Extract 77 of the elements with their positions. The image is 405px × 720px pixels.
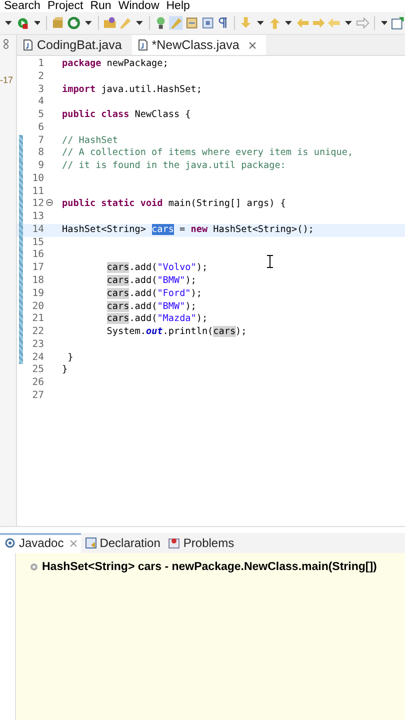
- text-cursor-icon: [266, 255, 274, 268]
- code-line: System.out.println(cars);: [106, 326, 247, 339]
- run-icon[interactable]: [16, 16, 30, 30]
- code-line: // HashSet: [61, 134, 118, 148]
- line-number: 12: [31, 198, 45, 212]
- line-number: 13: [31, 211, 45, 224]
- panel-tab[interactable]: Declaration: [80, 533, 164, 553]
- menu-item[interactable]: Project: [47, 0, 84, 12]
- line-number: 16: [31, 249, 45, 262]
- line-number: 7: [37, 134, 45, 148]
- folder-icon[interactable]: [102, 16, 116, 30]
- line-number: 20: [31, 300, 45, 314]
- menu-item[interactable]: Help: [166, 0, 190, 12]
- caret-icon[interactable]: [256, 20, 264, 26]
- line-number: 5: [37, 109, 45, 122]
- code-line: cars.add("BMW");: [106, 300, 196, 314]
- line-number: 2: [37, 70, 45, 84]
- java-file-icon: [23, 39, 33, 51]
- line-number: 21: [31, 313, 45, 326]
- close-icon[interactable]: [249, 42, 256, 48]
- new-window-icon[interactable]: [391, 16, 405, 30]
- line-number: 14: [31, 224, 45, 237]
- close-icon[interactable]: [70, 540, 77, 546]
- code-line: // A collection of items where every item is unique,: [61, 147, 354, 160]
- side-label: -17: [0, 75, 14, 85]
- caret-icon[interactable]: [34, 20, 40, 26]
- caret-icon[interactable]: [84, 20, 92, 26]
- line-number: 26: [31, 377, 45, 390]
- caret-icon[interactable]: [285, 20, 292, 26]
- panel-tab[interactable]: Problems: [164, 533, 238, 553]
- line-number: 25: [31, 364, 45, 378]
- caret-icon[interactable]: [380, 20, 388, 26]
- window-icon[interactable]: [185, 16, 199, 30]
- code-line: cars.add("BMW");: [106, 275, 196, 288]
- panel-icon[interactable]: [200, 16, 214, 30]
- line-number: 9: [37, 160, 45, 173]
- java-file-icon: [138, 39, 148, 51]
- line-number: 18: [31, 275, 45, 288]
- code-line: HashSet<String> cars = new HashSet<String>();: [61, 224, 314, 237]
- line-number: 24: [31, 352, 45, 364]
- line-number: 23: [31, 338, 45, 352]
- line-number: 17: [31, 262, 45, 276]
- menu-item[interactable]: Window: [118, 0, 160, 12]
- line-number: 11: [31, 186, 45, 198]
- code-line: public static void main(String[] args) {: [61, 198, 286, 212]
- caret-icon[interactable]: [136, 20, 143, 26]
- line-number: 27: [31, 390, 45, 403]
- caret-icon[interactable]: [345, 20, 352, 26]
- editor-tab[interactable]: CodingBat.java: [17, 35, 132, 55]
- code-line: package newPackage;: [61, 58, 168, 71]
- menu-item[interactable]: Search: [4, 0, 40, 12]
- line-number: 1: [37, 58, 45, 71]
- problems-icon: [168, 537, 180, 549]
- javadoc-signature: HashSet<String> cars - newPackage.NewClass.main(String[]): [42, 561, 378, 573]
- refresh-icon[interactable]: [67, 16, 81, 30]
- code-line: // it is found in the java.util package:: [61, 160, 286, 173]
- declaration-icon: [84, 537, 97, 549]
- code-line: cars.add("Mazda");: [106, 313, 208, 326]
- line-number: 10: [31, 172, 45, 186]
- code-line: }: [61, 364, 68, 378]
- line-number: 4: [37, 96, 45, 110]
- code-line: cars.add("Ford");: [106, 288, 202, 301]
- editor-tab[interactable]: *NewClass.java: [132, 35, 266, 55]
- code-line: }: [66, 352, 74, 364]
- code-line: import java.util.HashSet;: [61, 84, 202, 96]
- line-number: 15: [31, 236, 45, 250]
- code-line: public class NewClass {: [61, 109, 191, 122]
- line-number: 3: [37, 84, 45, 96]
- panel-tab[interactable]: Javadoc: [0, 533, 81, 553]
- line-number: 8: [37, 147, 45, 160]
- line-number: 19: [31, 288, 45, 301]
- code-line: cars.add("Volvo");: [106, 262, 208, 276]
- line-number: 22: [31, 326, 45, 339]
- caret-icon[interactable]: [5, 20, 12, 26]
- menu-item[interactable]: Run: [90, 0, 112, 12]
- local-variable-icon: [30, 563, 38, 571]
- line-number: 6: [37, 122, 45, 135]
